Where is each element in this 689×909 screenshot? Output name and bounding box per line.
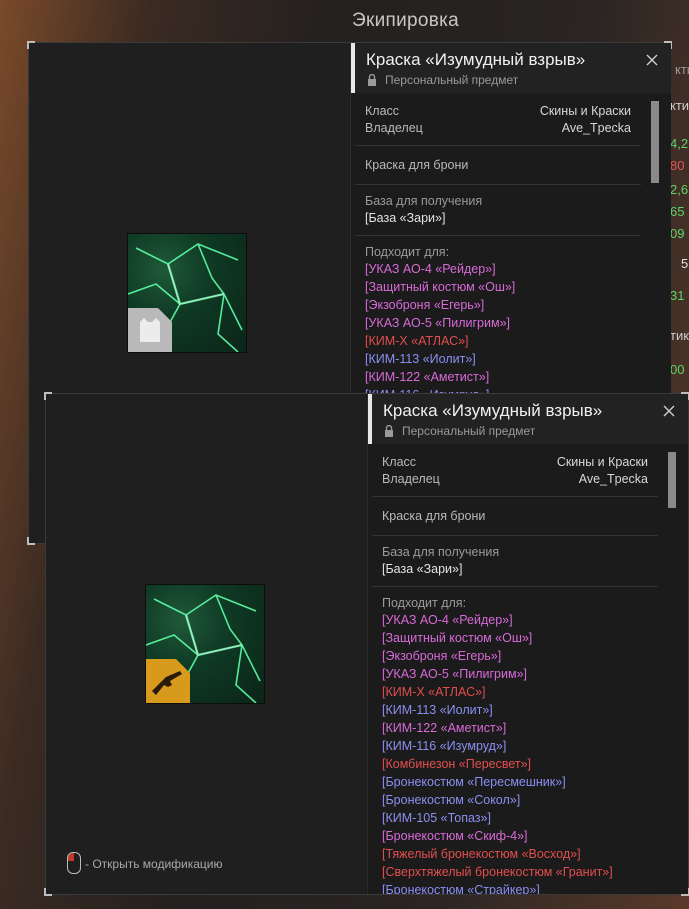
screen-title: Экипировка — [352, 10, 460, 31]
lock-icon — [368, 74, 376, 86]
background-stat-fragment: кть — [675, 62, 689, 77]
front-info-panel: Краска «Изумудный взрыв» Персональный пр… — [367, 394, 688, 894]
fits-item[interactable]: [Тяжелый бронекостюм «Восход»] — [382, 845, 648, 863]
fits-list: [УКАЗ АО-4 «Рейдер»] [Защитный костюм «Ош… — [365, 260, 631, 404]
base-section: База для получения [База «Зари»] — [355, 185, 641, 236]
fits-item[interactable]: [КИМ-113 «Иолит»] — [382, 701, 648, 719]
background-stat-fragment: 5 — [681, 256, 689, 271]
fits-item[interactable]: [Бронекостюм «Скиф-4»] — [382, 827, 648, 845]
fits-section: Подходит для: [УКАЗ АО-4 «Рейдер»] [Защит… — [372, 587, 658, 894]
item-preview: - Открыть модификацию — [46, 394, 366, 894]
fits-item[interactable]: [КИМ-122 «Аметист»] — [365, 368, 631, 386]
fits-item[interactable]: [Защитный костюм «Ош»] — [365, 278, 631, 296]
background-stat-fragment: 09 — [670, 226, 685, 241]
fits-item[interactable]: [Сверхтяжелый бронекостюм «Гранит»] — [382, 863, 648, 881]
mouse-icon — [67, 852, 81, 874]
background-stat-fragment: 00 — [670, 362, 685, 377]
lock-icon — [385, 425, 393, 437]
fits-item[interactable]: [УКАЗ АО-5 «Пилигрим»] — [382, 665, 648, 683]
background-stat-fragment: 31 — [670, 288, 685, 303]
fits-item[interactable]: [КИМ-105 «Топаз»] — [382, 809, 648, 827]
fits-item[interactable]: [КИМ-116 «Изумруд»] — [382, 737, 648, 755]
fits-item[interactable]: [Бронекостюм «Сокол»] — [382, 791, 648, 809]
item-icon[interactable] — [145, 584, 265, 704]
fits-item[interactable]: [КИМ-122 «Аметист»] — [382, 719, 648, 737]
background-stat-fragment: 65 — [670, 204, 685, 219]
background-stat-fragment: 4,2 — [670, 136, 689, 151]
fits-section: Подходит для: [УКАЗ АО-4 «Рейдер»] [Защит… — [355, 236, 641, 412]
fits-item[interactable]: [КИМ-Х «АТЛАС»] — [365, 332, 631, 350]
class-owner-section: Класс Скины и Краски Владелец Ave_Tpecka — [372, 446, 658, 497]
front-window: - Открыть модификацию Краска «Изумудный … — [44, 392, 689, 896]
close-icon[interactable] — [662, 404, 676, 418]
fits-item[interactable]: [КИМ-113 «Иолит»] — [365, 350, 631, 368]
fits-item[interactable]: [Бронекостюм «Пересмешник»] — [382, 773, 648, 791]
item-type: Краска для брони — [372, 497, 658, 536]
item-subtitle: Персональный предмет — [384, 424, 535, 438]
close-icon[interactable] — [645, 53, 659, 67]
item-type: Краска для брони — [355, 146, 641, 185]
armor-vest-icon — [128, 308, 172, 352]
fits-item[interactable]: [УКАЗ АО-5 «Пилигрим»] — [365, 314, 631, 332]
fits-item[interactable]: [Защитный костюм «Ош»] — [382, 629, 648, 647]
fits-item[interactable]: [Экзоброня «Егерь»] — [382, 647, 648, 665]
background-stat-fragment: 2,6 — [670, 182, 689, 197]
fits-item[interactable]: [КИМ-Х «АТЛАС»] — [382, 683, 648, 701]
item-title: Краска «Изумудный взрыв» — [383, 401, 603, 420]
fits-item[interactable]: [УКАЗ АО-4 «Рейдер»] — [365, 260, 631, 278]
open-modification-hint: - Открыть модификацию — [67, 852, 223, 874]
front-panel-header: Краска «Изумудный взрыв» Персональный пр… — [368, 394, 688, 444]
scrollbar[interactable] — [668, 452, 676, 890]
scroll-thumb[interactable] — [668, 452, 676, 508]
fits-item[interactable]: [Бронекостюм «Страйкер»] — [382, 881, 648, 894]
item-title: Краска «Изумудный взрыв» — [366, 50, 586, 69]
back-panel-header: Краска «Изумудный взрыв» Персональный пр… — [351, 43, 671, 93]
background-stat-fragment: тик — [670, 328, 689, 343]
fits-item[interactable]: [Комбинезон «Пересвет»] — [382, 755, 648, 773]
base-section: База для получения [База «Зари»] — [372, 536, 658, 587]
scroll-thumb[interactable] — [651, 101, 659, 183]
item-subtitle: Персональный предмет — [367, 73, 518, 87]
background-stat-fragment: ктик — [670, 98, 689, 113]
fits-list: [УКАЗ АО-4 «Рейдер»] [Защитный костюм «Ош… — [382, 611, 648, 894]
fits-item[interactable]: [УКАЗ АО-4 «Рейдер»] — [382, 611, 648, 629]
class-owner-section: Класс Скины и Краски Владелец Ave_Tpecka — [355, 95, 641, 146]
rifle-icon — [146, 659, 190, 703]
background-stat-fragment: 80 — [670, 158, 685, 173]
fits-item[interactable]: [Экзоброня «Егерь»] — [365, 296, 631, 314]
item-icon[interactable] — [127, 233, 247, 353]
